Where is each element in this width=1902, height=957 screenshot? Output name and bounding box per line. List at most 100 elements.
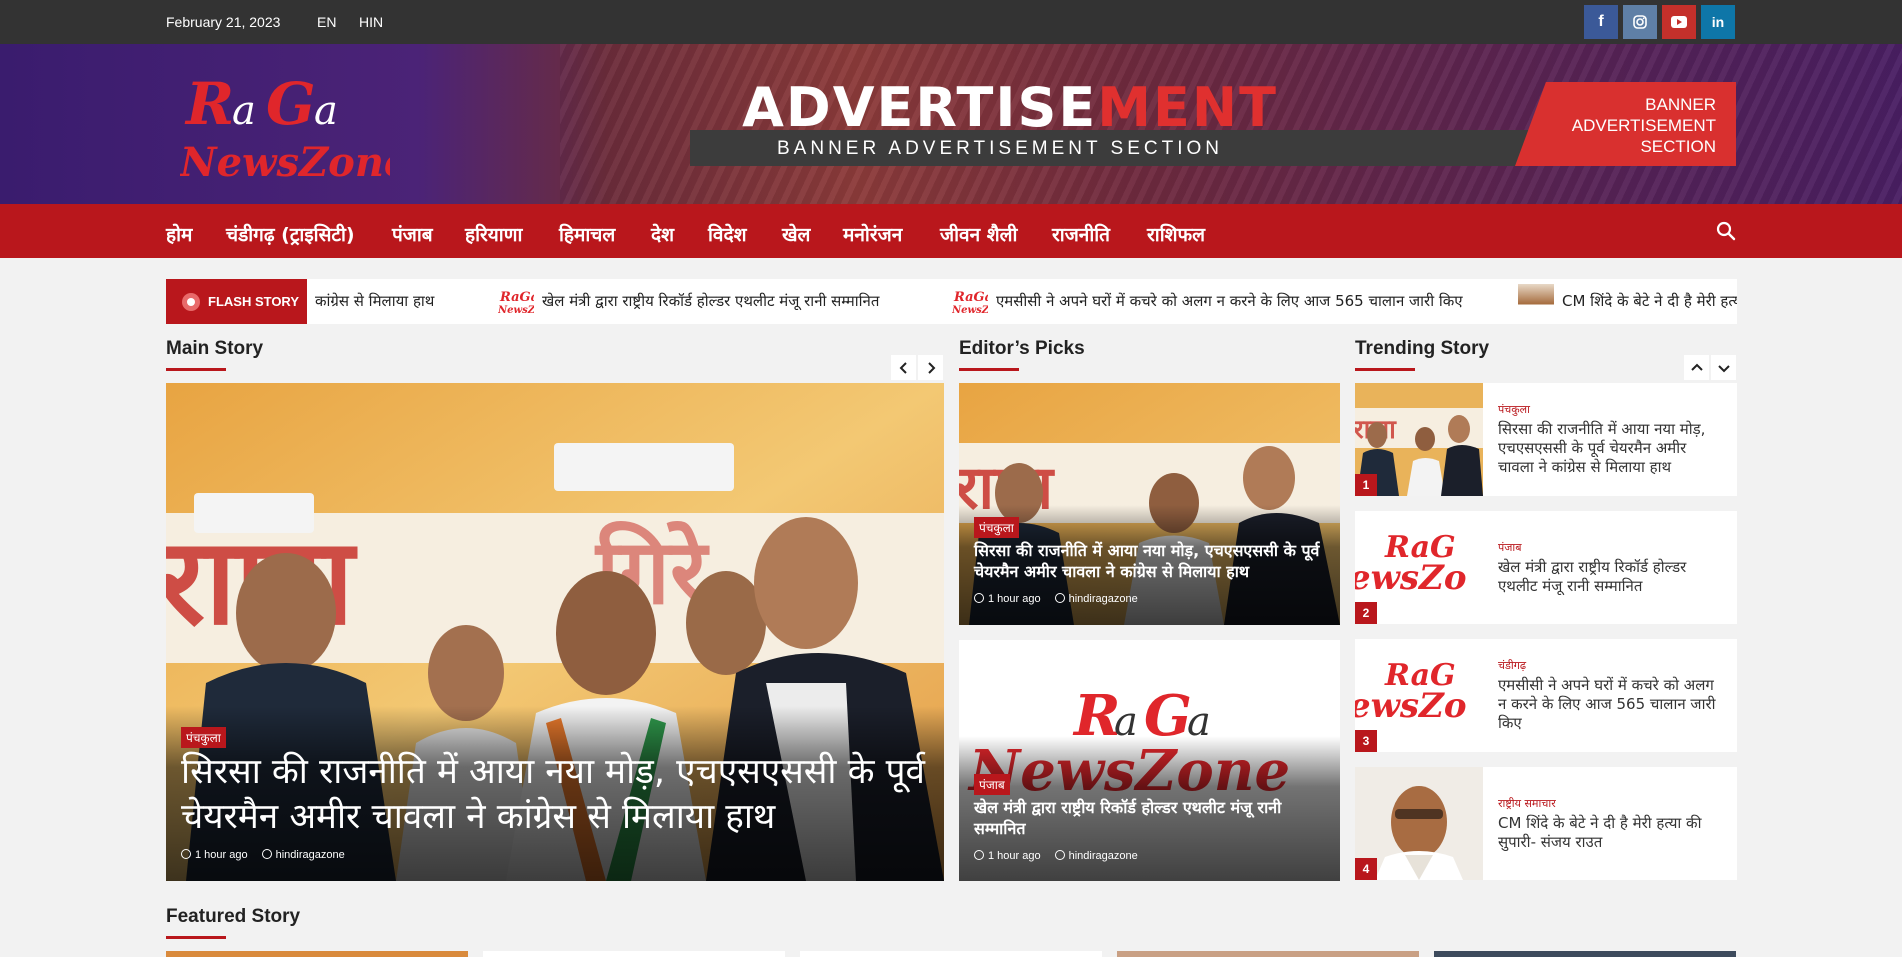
trending-category[interactable]: चंडीगढ़	[1498, 658, 1526, 673]
trending-title[interactable]: एमसीसी ने अपने घरों में कचरे को अलग न कर…	[1498, 676, 1723, 733]
clock-icon	[181, 849, 191, 859]
record-icon	[182, 292, 200, 311]
trending-thumbnail: RaG ewsZo 3	[1355, 639, 1483, 752]
top-bar: February 21, 2023 EN HIN f in	[0, 0, 1902, 44]
svg-text:ewsZo: ewsZo	[1355, 686, 1467, 726]
main-story-prev-button[interactable]	[891, 355, 916, 380]
nav-item-chandigarh[interactable]: चंडीगढ़ (ट्राइसिटी)	[226, 221, 355, 247]
nav-item-khel[interactable]: खेल	[782, 221, 810, 247]
instagram-icon[interactable]	[1623, 5, 1657, 39]
editors-pick-category[interactable]: पंचकुला	[974, 517, 1019, 538]
ticker-item[interactable]: एमसीसी ने अपने घरों में कचरे को अलग न कर…	[996, 291, 1463, 311]
trending-item[interactable]: राणा 1 पंचकुला सिरसा की राजनीति में आया …	[1355, 383, 1737, 496]
editors-pick-card[interactable]: राणा पंचकुला सिरसा की राजनीति में आया नय…	[959, 383, 1340, 625]
editors-pick-author[interactable]: hindiragazone	[1069, 593, 1138, 605]
svg-text:a: a	[232, 88, 256, 134]
trending-down-button[interactable]	[1711, 355, 1736, 380]
user-icon	[1054, 850, 1065, 860]
svg-text:NewsZ: NewsZ	[498, 305, 534, 315]
trending-rank: 4	[1355, 858, 1377, 880]
nav-item-videsh[interactable]: विदेश	[708, 221, 747, 247]
main-navigation: होम चंडीगढ़ (ट्राइसिटी) पंजाब हरियाणा हि…	[0, 204, 1902, 258]
editors-pick-title[interactable]: खेल मंत्री द्वारा राष्ट्रीय रिकॉर्ड होल्…	[974, 797, 1334, 839]
editors-pick-time: 1 hour ago	[988, 593, 1041, 605]
trending-title[interactable]: खेल मंत्री द्वारा राष्ट्रीय रिकॉर्ड होल्…	[1498, 558, 1723, 596]
lang-en-link[interactable]: EN	[317, 14, 336, 30]
trending-thumbnail: 4	[1355, 767, 1483, 880]
user-icon	[261, 849, 272, 859]
flash-story-label: FLASH STORY	[166, 279, 307, 324]
trending-title[interactable]: सिरसा की राजनीति में आया नया मोड़, एचएसए…	[1498, 420, 1723, 477]
editors-pick-time: 1 hour ago	[988, 850, 1041, 862]
nav-item-punjab[interactable]: पंजाब	[392, 221, 433, 247]
site-logo[interactable]: R a G a NewsZone	[178, 66, 409, 186]
trending-item[interactable]: RaG ewsZo 2 पंजाब खेल मंत्री द्वारा राष्…	[1355, 511, 1737, 624]
lang-hin-link[interactable]: HIN	[359, 14, 383, 30]
featured-story-thumbnail[interactable]	[800, 951, 1102, 957]
ticker-photo-thumb	[1518, 284, 1554, 318]
svg-text:ewsZo: ewsZo	[1355, 558, 1467, 598]
editors-pick-title[interactable]: सिरसा की राजनीति में आया नया मोड़, एचएसए…	[974, 540, 1334, 582]
trending-item[interactable]: RaG ewsZo 3 चंडीगढ़ एमसीसी ने अपने घरों …	[1355, 639, 1737, 752]
flash-story-ticker: FLASH STORY कांग्रेस से मिलाया हाथ RaGa …	[166, 279, 1737, 324]
trending-category[interactable]: राष्ट्रीय समाचार	[1498, 796, 1556, 811]
trending-title[interactable]: CM शिंदे के बेटे ने दी है मेरी हत्या की …	[1498, 814, 1723, 852]
clock-icon	[974, 850, 984, 860]
nav-item-himachal[interactable]: हिमाचल	[559, 221, 615, 247]
featured-story-heading: Featured Story	[166, 906, 301, 939]
ticker-logo-thumb: RaGa NewsZ	[498, 290, 534, 315]
editors-pick-category[interactable]: पंजाब	[974, 774, 1010, 795]
trending-rank: 3	[1355, 730, 1377, 752]
main-story-time: 1 hour ago	[195, 849, 248, 861]
featured-story-thumbnail[interactable]	[166, 951, 468, 957]
site-header: R a G a NewsZone ADVERTISEMENT BANNER AD…	[0, 44, 1902, 204]
featured-story-thumbnail[interactable]	[483, 951, 785, 957]
ticker-logo-thumb: RaGa NewsZ	[952, 290, 988, 315]
svg-text:R: R	[184, 70, 234, 138]
facebook-icon[interactable]: f	[1584, 5, 1618, 39]
editors-pick-author[interactable]: hindiragazone	[1069, 850, 1138, 862]
clock-icon	[974, 593, 984, 603]
trending-story-heading: Trending Story	[1355, 338, 1490, 371]
nav-item-desh[interactable]: देश	[651, 221, 674, 247]
main-story-category[interactable]: पंचकुला	[181, 727, 226, 748]
user-icon	[1054, 593, 1065, 603]
ticker-item[interactable]: CM शिंदे के बेटे ने दी है मेरी हत्या	[1562, 291, 1737, 311]
featured-story-thumbnail[interactable]	[1117, 951, 1419, 957]
ad-subtitle-bar: BANNER ADVERTISEMENT SECTION	[690, 130, 1590, 166]
nav-item-manoranjan[interactable]: मनोरंजन	[843, 221, 902, 247]
nav-item-rajneeti[interactable]: राजनीति	[1052, 221, 1110, 247]
trending-thumbnail: RaG ewsZo 2	[1355, 511, 1483, 624]
trending-category[interactable]: पंचकुला	[1498, 402, 1530, 417]
editors-pick-card[interactable]: R a G a NewsZone पंजाब खेल मंत्री द्वारा…	[959, 640, 1340, 881]
svg-text:NewsZone: NewsZone	[180, 139, 390, 186]
nav-item-haryana[interactable]: हरियाणा	[465, 221, 522, 247]
flash-story-label-text: FLASH STORY	[208, 294, 300, 309]
nav-item-home[interactable]: होम	[166, 221, 192, 247]
main-story-meta: 1 hour ago hindiragazone	[181, 849, 345, 861]
featured-story-thumbnail[interactable]	[1434, 951, 1736, 957]
trending-rank: 2	[1355, 602, 1377, 624]
main-story-title[interactable]: सिरसा की राजनीति में आया नया मोड़, एचएसए…	[181, 750, 936, 840]
nav-item-jeevan-shaili[interactable]: जीवन शैली	[940, 221, 1017, 247]
trending-category[interactable]: पंजाब	[1498, 540, 1522, 555]
svg-text:NewsZ: NewsZ	[952, 305, 988, 315]
main-story-author[interactable]: hindiragazone	[276, 849, 345, 861]
main-story-heading: Main Story	[166, 338, 264, 371]
linkedin-icon[interactable]: in	[1701, 5, 1735, 39]
svg-text:RaGa: RaGa	[499, 290, 534, 305]
youtube-icon[interactable]	[1662, 5, 1696, 39]
svg-text:G: G	[266, 70, 316, 138]
main-story-card[interactable]: राणा गिरे पंचकुला सिरसा की राजनीति में आ…	[166, 383, 944, 881]
main-story-next-button[interactable]	[918, 355, 943, 380]
ad-badge-text[interactable]: BANNER ADVERTISEMENT SECTION	[1560, 94, 1716, 157]
trending-up-button[interactable]	[1684, 355, 1709, 380]
trending-rank: 1	[1355, 474, 1377, 496]
ticker-item[interactable]: कांग्रेस से मिलाया हाथ	[315, 291, 434, 311]
nav-item-rashifal[interactable]: राशिफल	[1147, 221, 1205, 247]
search-icon[interactable]	[1714, 219, 1738, 243]
current-date: February 21, 2023	[166, 14, 281, 30]
ticker-item[interactable]: खेल मंत्री द्वारा राष्ट्रीय रिकॉर्ड होल्…	[542, 291, 879, 311]
svg-text:RaGa: RaGa	[953, 290, 988, 305]
trending-item[interactable]: 4 राष्ट्रीय समाचार CM शिंदे के बेटे ने द…	[1355, 767, 1737, 880]
